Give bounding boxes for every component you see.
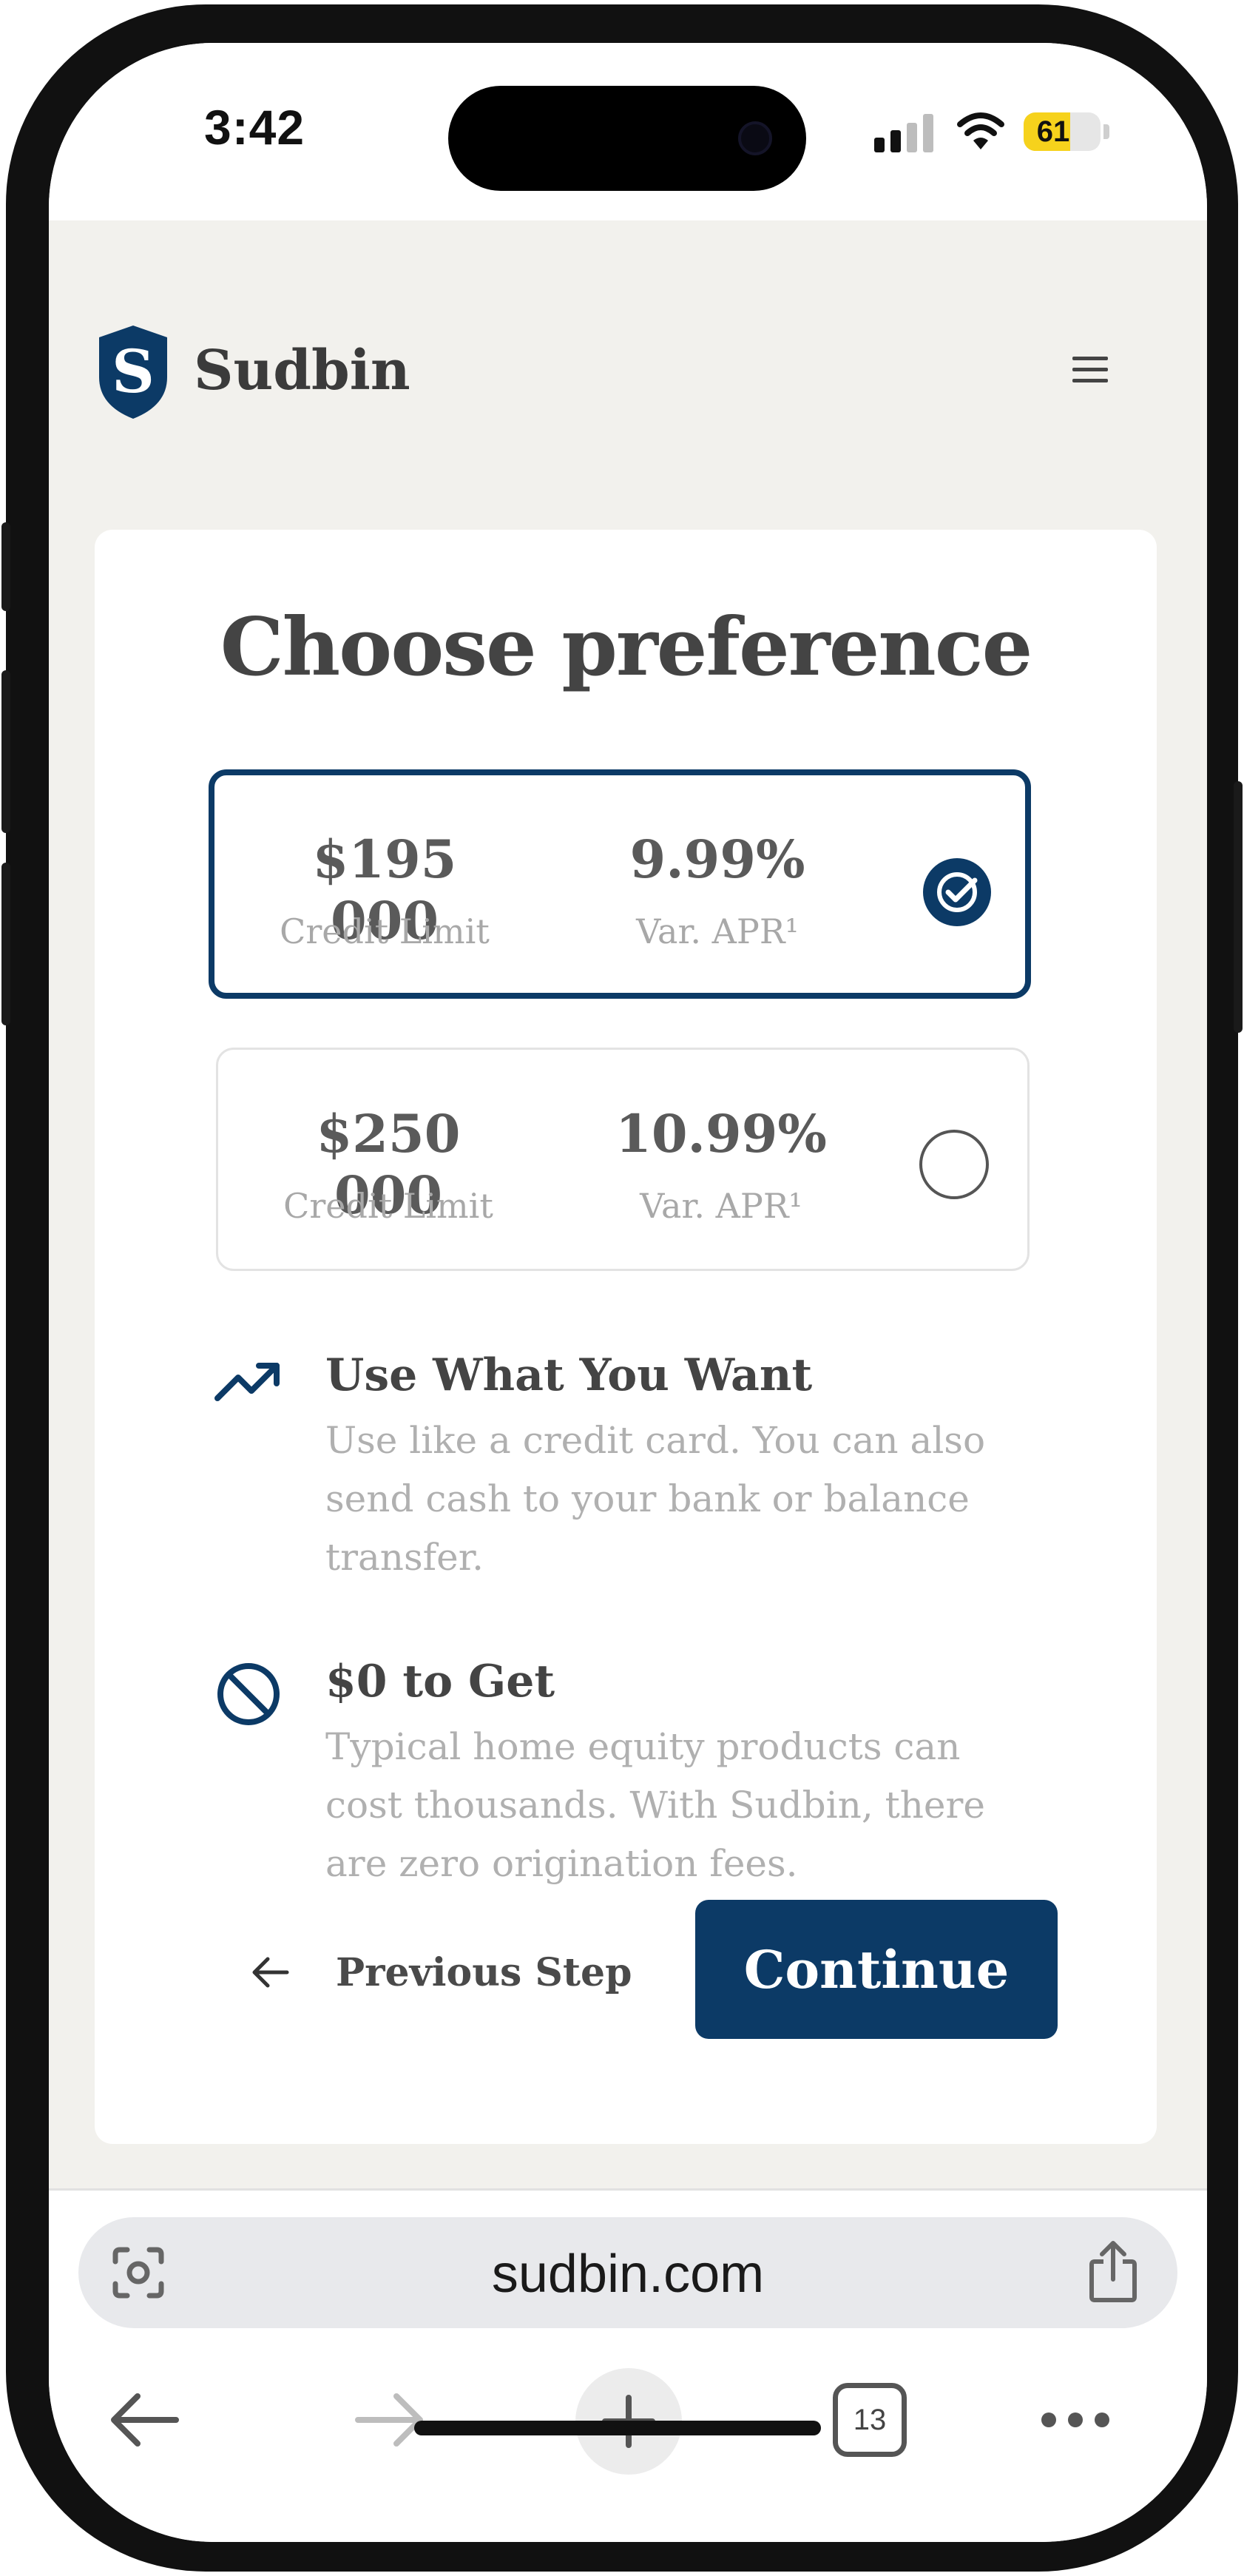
preference-card: Choose preference $195 000 Credit Limit … bbox=[95, 530, 1157, 2144]
more-dots-icon[interactable] bbox=[1038, 2405, 1112, 2435]
camera-icon bbox=[738, 121, 772, 155]
volume-up-button bbox=[1, 670, 10, 833]
home-indicator[interactable] bbox=[414, 2421, 821, 2435]
credit-option-unselected[interactable]: $250 000 Credit Limit 10.99% Var. APR¹ bbox=[216, 1048, 1030, 1271]
previous-step-label: Previous Step bbox=[336, 1949, 632, 1995]
forward-arrow-icon[interactable] bbox=[352, 2390, 426, 2449]
feature-title: Use What You Want bbox=[325, 1349, 813, 1401]
option-apr-label: Var. APR¹ bbox=[640, 1186, 802, 1226]
trending-up-icon bbox=[214, 1363, 280, 1401]
url-text: sudbin.com bbox=[491, 2245, 765, 2304]
browser-nav-row: 13 bbox=[49, 2361, 1207, 2479]
option-apr: 10.99% bbox=[615, 1103, 827, 1164]
feature-description: Typical home equity products can cost th… bbox=[325, 1725, 985, 1885]
check-circle-icon[interactable] bbox=[923, 858, 991, 926]
page-title: Choose preference bbox=[220, 601, 1033, 694]
status-time: 3:42 bbox=[204, 100, 305, 155]
hamburger-menu-icon[interactable] bbox=[1069, 352, 1111, 388]
no-fee-icon bbox=[217, 1663, 280, 1725]
arrow-left-icon bbox=[252, 1957, 289, 1988]
battery-level: 61 bbox=[1036, 115, 1070, 148]
continue-button[interactable]: Continue bbox=[695, 1900, 1058, 2039]
screen: 3:42 61 S Sudbin Choose preference $195 … bbox=[49, 43, 1207, 2542]
option-amount-label: Credit Limit bbox=[280, 911, 490, 951]
option-apr: 9.99% bbox=[629, 829, 805, 890]
radio-circle-icon[interactable] bbox=[919, 1130, 989, 1199]
back-arrow-icon[interactable] bbox=[108, 2390, 182, 2449]
tabs-button[interactable]: 13 bbox=[833, 2383, 907, 2457]
address-bar[interactable]: sudbin.com bbox=[78, 2217, 1177, 2328]
cellular-signal-icon bbox=[874, 114, 933, 152]
status-bar: 3:42 61 bbox=[49, 43, 1207, 220]
share-icon[interactable] bbox=[1087, 2239, 1139, 2303]
battery-icon: 61 bbox=[1024, 112, 1101, 151]
credit-option-selected[interactable]: $195 000 Credit Limit 9.99% Var. APR¹ bbox=[209, 769, 1031, 999]
battery-tip bbox=[1103, 124, 1109, 139]
volume-down-button bbox=[1, 863, 10, 1025]
feature-zero-to-get: $0 to Get Typical home equity products c… bbox=[213, 1656, 1101, 1892]
browser-toolbar: sudbin.com 13 bbox=[49, 2188, 1207, 2542]
sudbin-logo-icon: S bbox=[99, 326, 167, 419]
previous-step-button[interactable]: Previous Step bbox=[250, 1943, 632, 2002]
logo-letter: S bbox=[112, 337, 155, 406]
feature-use-what-you-want: Use What You Want Use like a credit card… bbox=[213, 1349, 1101, 1586]
action-button bbox=[1, 522, 10, 611]
power-button bbox=[1234, 781, 1243, 1033]
option-amount-label: Credit Limit bbox=[283, 1186, 493, 1226]
option-apr-label: Var. APR¹ bbox=[636, 911, 799, 951]
web-page: S Sudbin Choose preference $195 000 Cred… bbox=[49, 220, 1207, 2188]
brand-name[interactable]: Sudbin bbox=[194, 339, 410, 402]
feature-title: $0 to Get bbox=[325, 1656, 555, 1707]
dynamic-island bbox=[448, 86, 806, 191]
phone-frame: 3:42 61 S Sudbin Choose preference $195 … bbox=[1, 4, 1243, 2572]
feature-description: Use like a credit card. You can also sen… bbox=[325, 1419, 986, 1579]
wifi-icon bbox=[957, 112, 1004, 149]
